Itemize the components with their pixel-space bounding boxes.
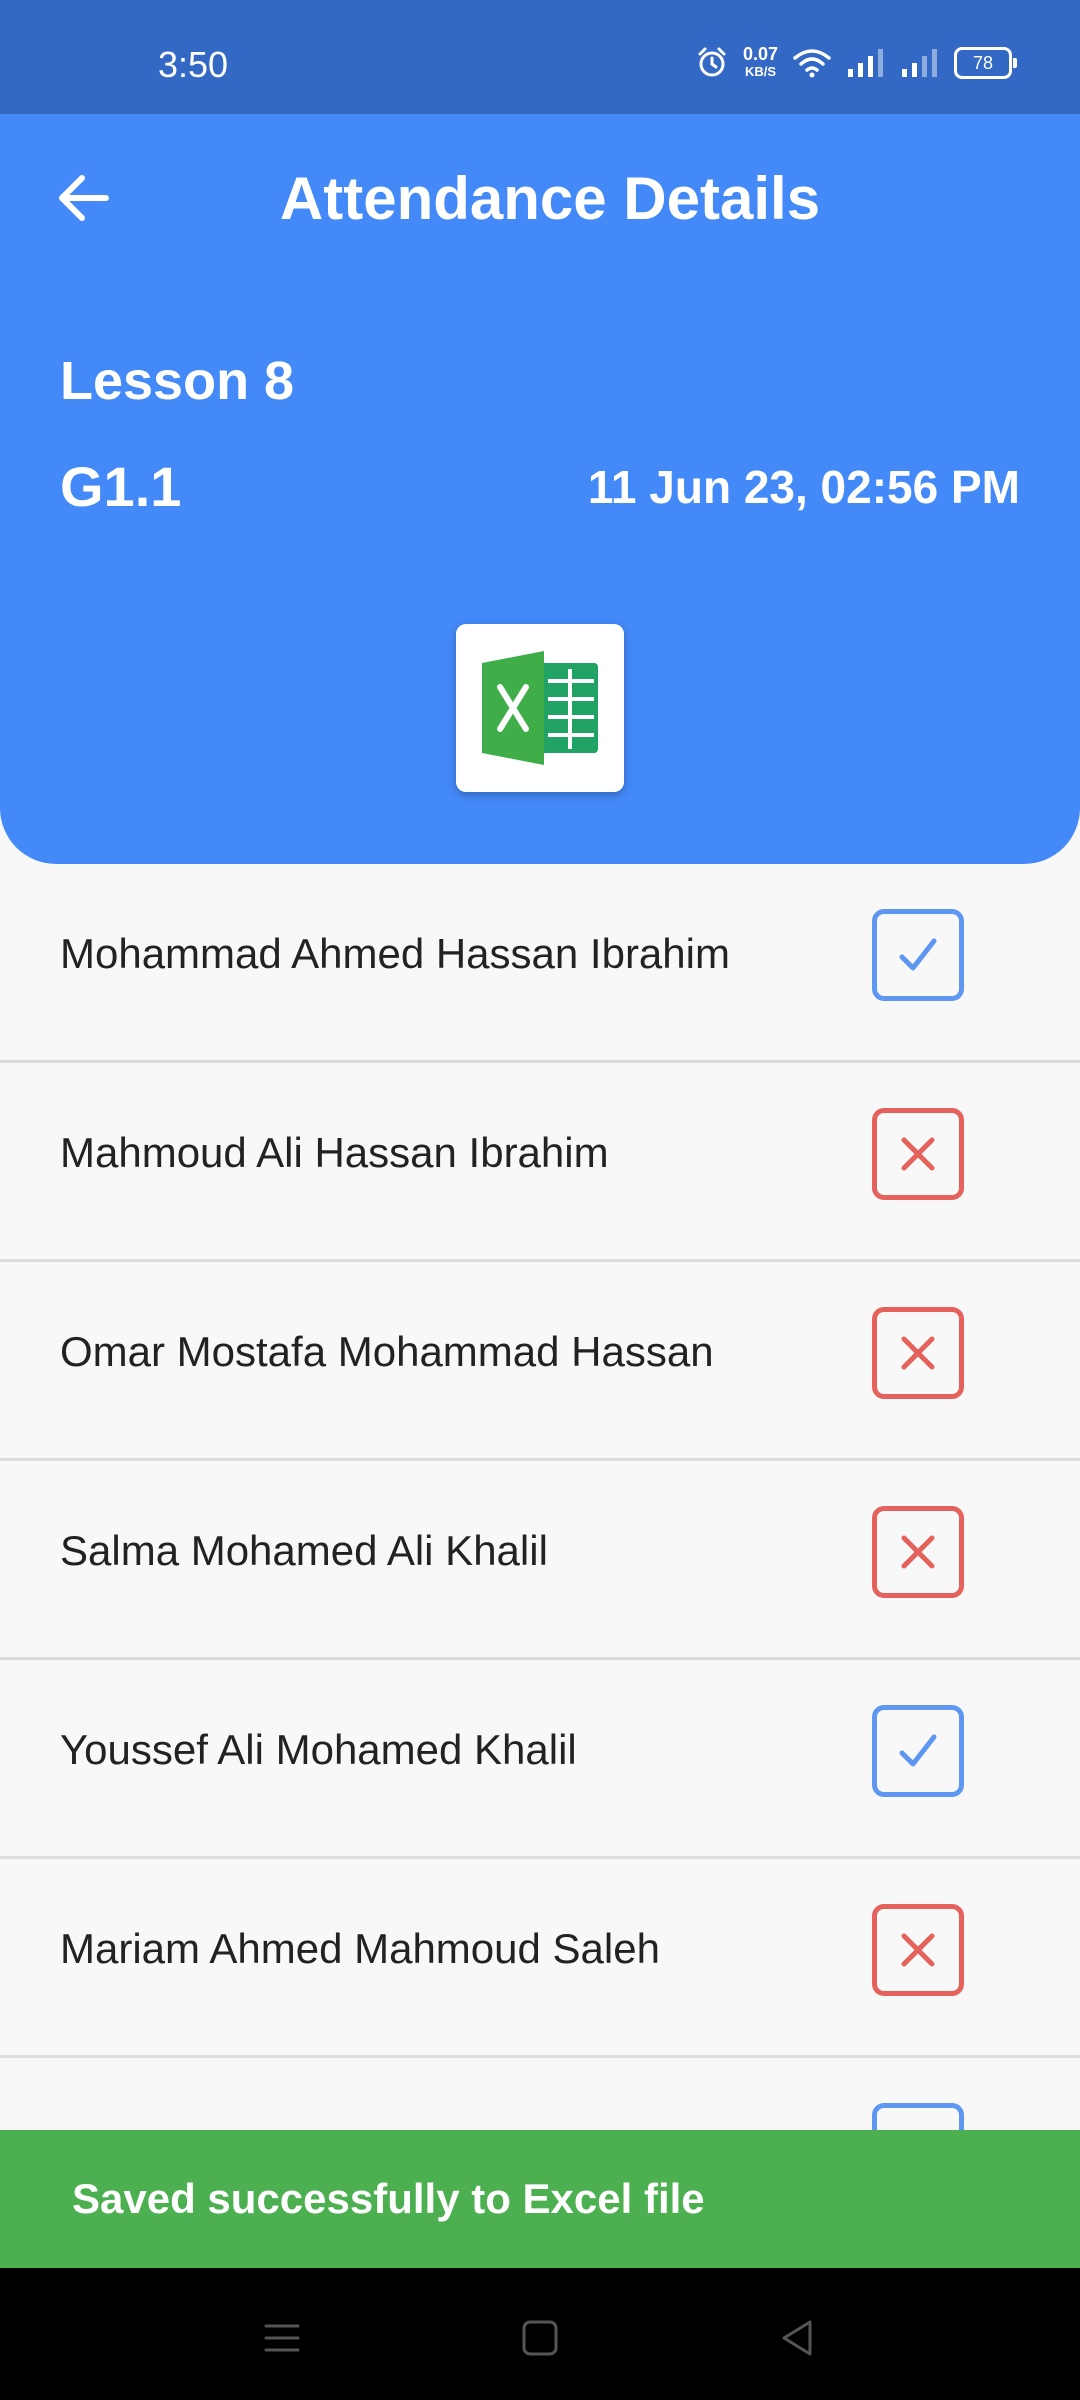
home-icon	[522, 2320, 558, 2356]
net-speed-value: 0.07	[742, 44, 778, 64]
attendance-checkbox-present[interactable]	[872, 1705, 964, 1797]
list-item: Omar Mostafa Mohammad Hassan	[0, 1262, 1080, 1461]
snackbar: Saved successfully to Excel file	[0, 2130, 1080, 2268]
list-item: Youssef Ali Mohamed Khalil	[0, 1660, 1080, 1859]
close-icon	[901, 1336, 935, 1370]
student-name: Salma Mohamed Ali Khalil	[60, 1527, 548, 1574]
signal-icon	[848, 49, 883, 77]
student-name: Mariam Ahmed Mahmoud Saleh	[60, 1925, 660, 1972]
lesson-title: Lesson 8	[60, 351, 295, 411]
system-back-button[interactable]	[768, 2308, 828, 2368]
signal-icon-2	[902, 49, 937, 77]
list-item: Mohammad Ahmed Hassan Ibrahim	[0, 864, 1080, 1063]
close-icon	[901, 1137, 935, 1171]
export-excel-button[interactable]	[456, 624, 624, 792]
status-bar: 3:50 0.07 KB/S 78	[0, 0, 1080, 114]
attendance-checkbox-absent[interactable]	[872, 1108, 964, 1200]
excel-icon	[482, 651, 598, 765]
page-title: Attendance Details	[279, 165, 821, 232]
battery-icon: 78	[954, 47, 1017, 79]
status-icons: 0.07 KB/S 78	[695, 44, 1017, 80]
close-icon	[901, 1933, 935, 1967]
student-name: Omar Mostafa Mohammad Hassan	[60, 1328, 714, 1375]
student-name: Mohammad Ahmed Hassan Ibrahim	[60, 930, 730, 977]
menu-icon	[264, 2324, 300, 2352]
net-speed-unit: KB/S	[744, 64, 776, 79]
system-nav-bar	[0, 2268, 1080, 2400]
group-label: G1.1	[60, 455, 182, 518]
status-time: 3:50	[158, 44, 229, 85]
student-list: Mohammad Ahmed Hassan Ibrahim Mahmoud Al…	[0, 864, 1080, 2257]
header: Attendance Details Lesson 8 G1.1 11 Jun …	[0, 114, 1080, 864]
student-name: Youssef Ali Mohamed Khalil	[60, 1726, 577, 1773]
check-icon	[899, 938, 937, 971]
check-icon	[899, 1734, 937, 1767]
student-name: Mahmoud Ali Hassan Ibrahim	[60, 1129, 609, 1176]
home-button[interactable]	[510, 2308, 570, 2368]
snackbar-message: Saved successfully to Excel file	[72, 2175, 705, 2222]
back-icon	[782, 2320, 812, 2356]
close-icon	[901, 1535, 935, 1569]
attendance-checkbox-present[interactable]	[872, 909, 964, 1001]
list-item: Mahmoud Ali Hassan Ibrahim	[0, 1063, 1080, 1262]
attendance-datetime: 11 Jun 23, 02:56 PM	[587, 461, 1020, 513]
wifi-icon	[793, 49, 831, 78]
list-item: Salma Mohamed Ali Khalil	[0, 1461, 1080, 1660]
alarm-icon	[698, 47, 726, 77]
list-item: Mariam Ahmed Mahmoud Saleh	[0, 1859, 1080, 2058]
recent-apps-button[interactable]	[252, 2308, 312, 2368]
attendance-checkbox-absent[interactable]	[872, 1307, 964, 1399]
net-speed: 0.07 KB/S	[742, 44, 778, 80]
attendance-checkbox-absent[interactable]	[872, 1904, 964, 1996]
attendance-checkbox-absent[interactable]	[872, 1506, 964, 1598]
